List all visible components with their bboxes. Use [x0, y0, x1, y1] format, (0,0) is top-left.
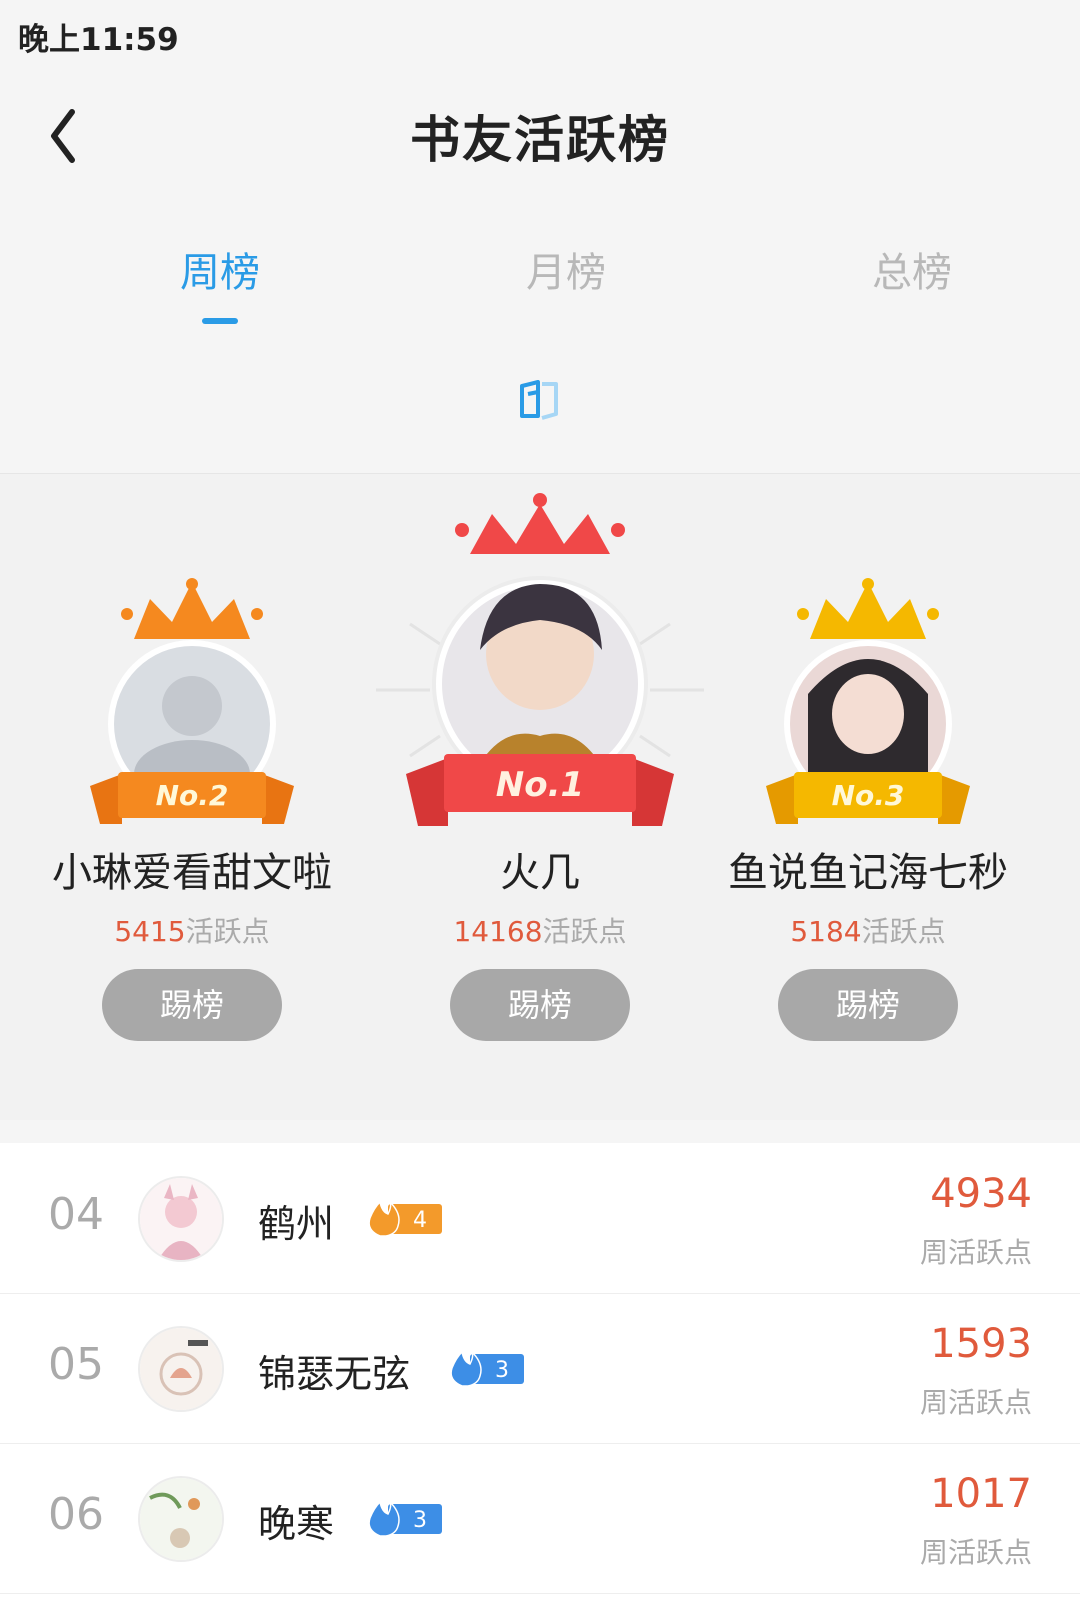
podium-second[interactable]: No.2 小琳爱看甜文啦 5415活跃点 踢榜 — [22, 474, 362, 1120]
winner-name: 火几 — [500, 850, 580, 896]
list-item[interactable]: 06 晚寒 3 1017 周活跃点 — [0, 1443, 1080, 1594]
level-number: 3 — [495, 1358, 509, 1383]
status-time: 晚上11:59 — [18, 22, 179, 58]
podium-section: No.2 小琳爱看甜文啦 5415活跃点 踢榜 No.1 火几 14168活跃点… — [0, 474, 1080, 1120]
rank-number: 05 — [48, 1339, 104, 1390]
points-unit: 活跃点 — [861, 915, 946, 948]
list-item[interactable]: 04 鹤州 4 4934 周活跃点 — [0, 1143, 1080, 1294]
page-title: 书友活跃榜 — [410, 111, 670, 169]
tab-weekly[interactable]: 周榜 — [120, 240, 320, 298]
tab-total[interactable]: 总榜 — [812, 240, 1012, 298]
avatar[interactable] — [138, 1176, 224, 1262]
level-badge: 4 — [366, 1200, 444, 1238]
podium-first[interactable]: No.1 火几 14168活跃点 踢榜 — [370, 474, 710, 1120]
user-name: 晚寒 — [258, 1502, 335, 1546]
winner-name: 鱼说鱼记海七秒 — [728, 850, 1008, 896]
crown-badge-icon: No.1 — [376, 493, 704, 826]
book-icon[interactable] — [518, 380, 562, 420]
ranking-list: 04 鹤州 4 4934 周活跃点 05 锦瑟无弦 3 1593 周活跃点 06… — [0, 1143, 1080, 1598]
winner-points: 14168活跃点 — [370, 910, 710, 950]
podium-third[interactable]: No.3 鱼说鱼记海七秒 5184活跃点 踢榜 — [718, 474, 1058, 1120]
score-value: 1593 — [930, 1321, 1032, 1367]
score-label: 周活跃点 — [919, 1536, 1032, 1569]
points-unit: 活跃点 — [185, 915, 270, 948]
rank-label: No.2 — [156, 779, 229, 812]
score-label: 周活跃点 — [919, 1236, 1032, 1269]
winner-name: 小琳爱看甜文啦 — [52, 850, 332, 896]
rank-label: No.1 — [496, 765, 584, 805]
level-badge: 3 — [448, 1350, 526, 1388]
tab-monthly[interactable]: 月榜 — [466, 240, 666, 298]
points-value: 5415 — [114, 915, 186, 948]
kick-button[interactable]: 踢榜 — [102, 969, 282, 1041]
flame-icon — [368, 1500, 400, 1537]
tab-bar: 周榜 月榜 总榜 — [0, 240, 1080, 340]
score-label: 周活跃点 — [919, 1386, 1032, 1419]
flame-icon — [450, 1350, 482, 1387]
score-value: 1017 — [930, 1471, 1032, 1517]
level-badge: 3 — [366, 1500, 444, 1538]
points-value: 14168 — [453, 915, 543, 948]
score-value: 4934 — [930, 1171, 1032, 1217]
avatar[interactable] — [138, 1476, 224, 1562]
list-item[interactable]: 05 锦瑟无弦 3 1593 周活跃点 — [0, 1293, 1080, 1444]
flame-icon — [368, 1200, 400, 1237]
points-unit: 活跃点 — [542, 915, 627, 948]
rank-number: 06 — [48, 1489, 104, 1540]
crown-badge-icon: No.3 — [766, 578, 970, 824]
points-value: 5184 — [790, 915, 862, 948]
level-number: 3 — [413, 1508, 427, 1533]
level-number: 4 — [413, 1208, 427, 1233]
rank-label: No.3 — [832, 779, 905, 812]
kick-button[interactable]: 踢榜 — [778, 969, 958, 1041]
user-name: 鹤州 — [258, 1202, 335, 1246]
avatar[interactable] — [138, 1326, 224, 1412]
rank-number: 04 — [48, 1189, 104, 1240]
winner-points: 5415活跃点 — [22, 910, 362, 950]
user-name: 锦瑟无弦 — [258, 1352, 411, 1396]
winner-points: 5184活跃点 — [698, 910, 1038, 950]
kick-button[interactable]: 踢榜 — [450, 969, 630, 1041]
crown-badge-icon: No.2 — [90, 578, 294, 824]
tab-active-indicator — [202, 318, 238, 324]
